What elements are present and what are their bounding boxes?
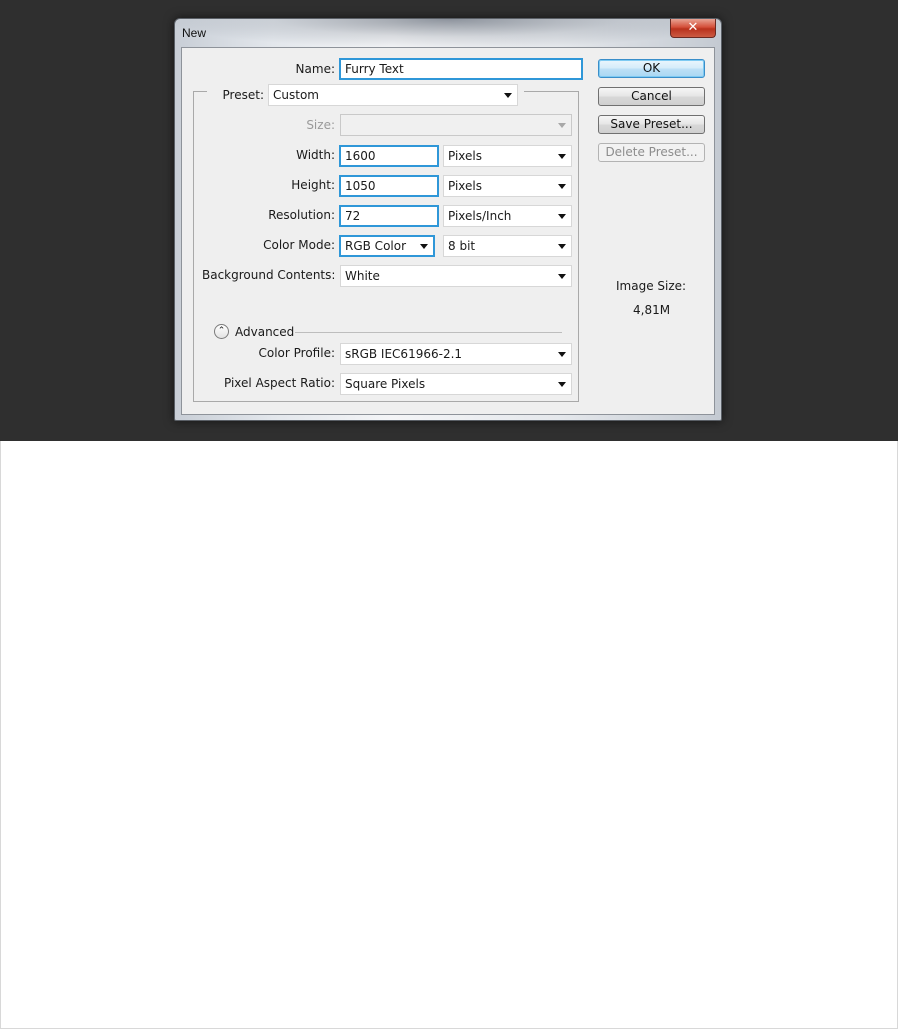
- preset-select[interactable]: Custom: [268, 84, 518, 106]
- preset-label: Preset:: [222, 88, 264, 102]
- group-border: [193, 91, 207, 92]
- chevron-down-icon: [558, 244, 566, 249]
- title-bar[interactable]: [175, 19, 721, 47]
- chevron-down-icon: [504, 93, 512, 98]
- close-icon: ✕: [687, 20, 699, 35]
- color-mode-label: Color Mode:: [263, 238, 335, 252]
- window-title: New: [182, 26, 207, 40]
- name-label: Name:: [295, 62, 335, 76]
- color-profile-value: sRGB IEC61966-2.1: [345, 347, 463, 361]
- width-unit-value: Pixels: [448, 149, 483, 163]
- advanced-divider: [295, 332, 562, 333]
- delete-preset-button: Delete Preset...: [598, 143, 705, 162]
- chevron-down-icon: [558, 154, 566, 159]
- background-contents-value: White: [345, 269, 380, 283]
- ok-button[interactable]: OK: [598, 59, 705, 78]
- width-label: Width:: [296, 148, 335, 162]
- close-button[interactable]: ✕: [670, 19, 716, 38]
- chevron-down-icon: [558, 382, 566, 387]
- resolution-unit-value: Pixels/Inch: [448, 209, 512, 223]
- empty-area: [0, 441, 898, 1029]
- group-border: [524, 91, 579, 92]
- height-input[interactable]: 1050: [339, 175, 439, 197]
- chevron-down-icon: [558, 184, 566, 189]
- height-unit-value: Pixels: [448, 179, 483, 193]
- resolution-unit-select[interactable]: Pixels/Inch: [443, 205, 572, 227]
- color-profile-select[interactable]: sRGB IEC61966-2.1: [340, 343, 572, 365]
- new-document-dialog: New ✕ Name: Furry Text Preset: Custom Si…: [174, 18, 722, 421]
- advanced-toggle-button[interactable]: ⌃: [214, 324, 229, 339]
- pixel-aspect-ratio-label: Pixel Aspect Ratio:: [224, 376, 335, 390]
- bit-depth-value: 8 bit: [448, 239, 476, 253]
- chevron-down-icon: [558, 214, 566, 219]
- name-input[interactable]: Furry Text: [339, 58, 583, 80]
- chevron-up-double-icon: ⌃: [217, 326, 226, 336]
- color-mode-value: RGB Color: [345, 239, 407, 253]
- advanced-label: Advanced: [235, 325, 295, 339]
- image-size-value: 4,81M: [633, 303, 671, 317]
- image-size-label: Image Size:: [616, 279, 687, 293]
- chevron-down-icon: [558, 123, 566, 128]
- chevron-down-icon: [558, 352, 566, 357]
- background-contents-label: Background Contents:: [202, 268, 336, 282]
- height-label: Height:: [291, 178, 335, 192]
- bit-depth-select[interactable]: 8 bit: [443, 235, 572, 257]
- resolution-input[interactable]: 72: [339, 205, 439, 227]
- color-profile-label: Color Profile:: [258, 346, 336, 360]
- chevron-down-icon: [420, 244, 428, 249]
- height-unit-select[interactable]: Pixels: [443, 175, 572, 197]
- preset-value: Custom: [273, 88, 319, 102]
- background-contents-select[interactable]: White: [340, 265, 572, 287]
- color-mode-select[interactable]: RGB Color: [339, 235, 435, 257]
- resolution-label: Resolution:: [268, 208, 335, 222]
- size-select: [340, 114, 572, 136]
- chevron-down-icon: [558, 274, 566, 279]
- cancel-button[interactable]: Cancel: [598, 87, 705, 106]
- size-label: Size:: [306, 118, 335, 132]
- pixel-aspect-ratio-select[interactable]: Square Pixels: [340, 373, 572, 395]
- pixel-aspect-ratio-value: Square Pixels: [345, 377, 426, 391]
- width-unit-select[interactable]: Pixels: [443, 145, 572, 167]
- save-preset-button[interactable]: Save Preset...: [598, 115, 705, 134]
- dialog-body: Name: Furry Text Preset: Custom Size: Wi…: [181, 47, 715, 415]
- width-input[interactable]: 1600: [339, 145, 439, 167]
